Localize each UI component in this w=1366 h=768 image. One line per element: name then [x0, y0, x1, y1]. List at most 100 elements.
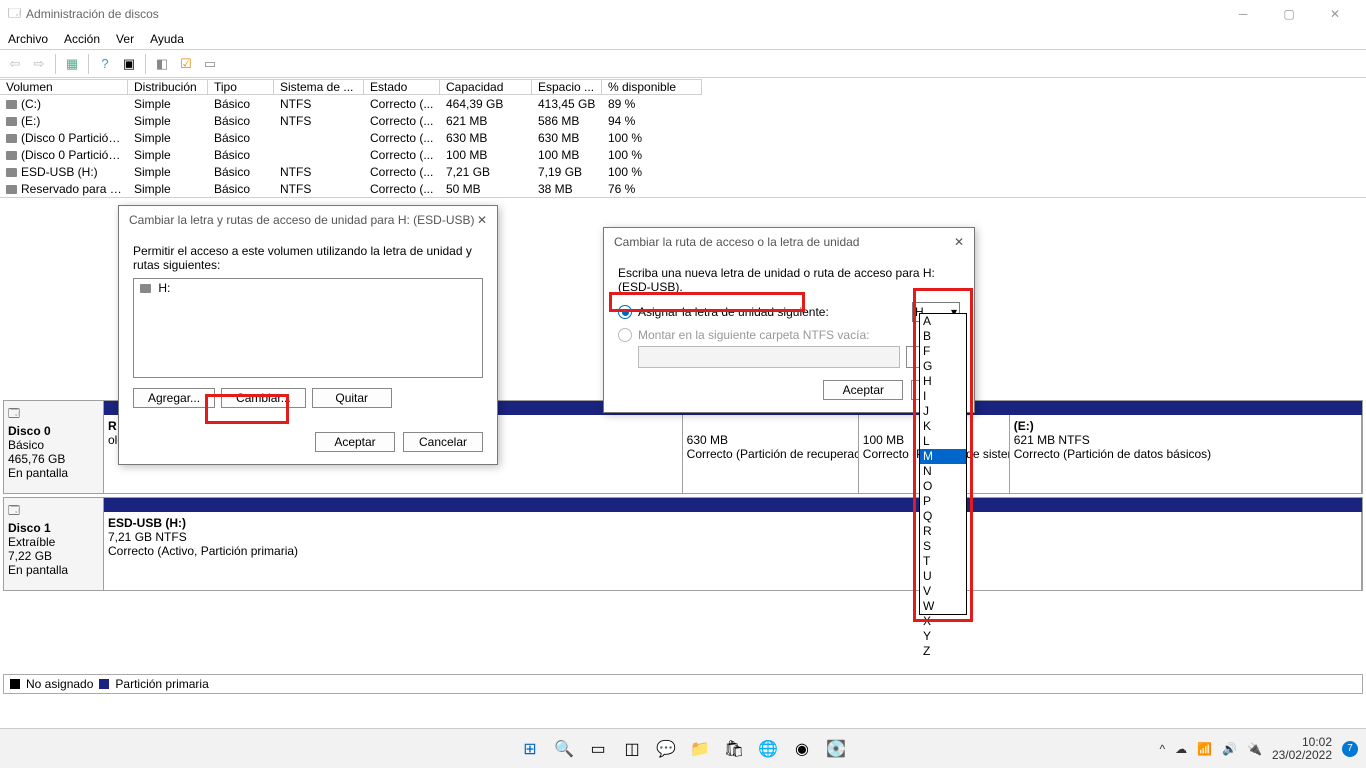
help-icon[interactable]: ? — [94, 53, 116, 75]
chat-icon[interactable]: 💬 — [652, 735, 680, 763]
dlg2-opt2: Montar en la siguiente carpeta NTFS vací… — [638, 328, 869, 342]
legend-unalloc: No asignado — [26, 677, 93, 691]
action1-icon[interactable]: ◧ — [151, 53, 173, 75]
legend-primary-swatch — [99, 679, 109, 689]
menu-archivo[interactable]: Archivo — [0, 32, 56, 46]
letter-option[interactable]: Y — [920, 629, 966, 644]
letter-option[interactable]: V — [920, 584, 966, 599]
app-icon: 🗔 — [8, 4, 21, 25]
menu-ayuda[interactable]: Ayuda — [142, 32, 192, 46]
letter-option[interactable]: P — [920, 494, 966, 509]
menu-accion[interactable]: Acción — [56, 32, 108, 46]
start-icon[interactable]: ⊞ — [516, 735, 544, 763]
tray-date: 23/02/2022 — [1272, 749, 1332, 762]
dlg1-change-button[interactable]: Cambiar... — [221, 388, 306, 408]
letter-option[interactable]: B — [920, 329, 966, 344]
volume-icon[interactable]: 🔊 — [1222, 742, 1237, 756]
action2-icon[interactable]: ☑ — [175, 53, 197, 75]
dlg2-close-icon[interactable]: ✕ — [954, 235, 964, 249]
notification-badge[interactable]: 7 — [1342, 741, 1358, 757]
diskmgmt-icon[interactable]: 💽 — [822, 735, 850, 763]
back-icon[interactable]: ⇦ — [4, 53, 26, 75]
dlg2-ok-button[interactable]: Aceptar — [823, 380, 903, 400]
col-espacio[interactable]: Espacio ... — [532, 79, 602, 95]
table-row[interactable]: Reservado para el ...SimpleBásicoNTFSCor… — [0, 180, 1366, 197]
letter-dropdown-list[interactable]: ABFGHIJKLMNOPQRSTUVWXYZ — [919, 313, 967, 615]
letter-option[interactable]: X — [920, 614, 966, 629]
volume-table: Volumen Distribución Tipo Sistema de ...… — [0, 78, 1366, 198]
system-tray[interactable]: ^ ☁ 📶 🔊 🔌 10:02 23/02/2022 7 — [1159, 736, 1358, 762]
col-volumen[interactable]: Volumen — [0, 79, 128, 95]
table-row[interactable]: (C:)SimpleBásicoNTFSCorrecto (...464,39 … — [0, 95, 1366, 112]
minimize-button[interactable]: ─ — [1220, 0, 1266, 28]
letter-option[interactable]: R — [920, 524, 966, 539]
drive-icon — [140, 284, 151, 293]
window-title: Administración de discos — [26, 7, 1220, 21]
dlg1-title: Cambiar la letra y rutas de acceso de un… — [129, 213, 477, 227]
action3-icon[interactable]: ▭ — [199, 53, 221, 75]
battery-icon[interactable]: 🔌 — [1247, 742, 1262, 756]
explorer-icon[interactable]: 📁 — [686, 735, 714, 763]
dlg1-entry: H: — [158, 281, 170, 295]
table-row[interactable]: (E:)SimpleBásicoNTFSCorrecto (...621 MB5… — [0, 112, 1366, 129]
letter-option[interactable]: G — [920, 359, 966, 374]
dlg1-close-icon[interactable]: ✕ — [477, 213, 487, 227]
letter-option[interactable]: W — [920, 599, 966, 614]
dlg1-listbox[interactable]: H: — [133, 278, 483, 378]
partition-box[interactable]: 630 MBCorrecto (Partición de recuperació… — [683, 415, 859, 493]
letter-option[interactable]: H — [920, 374, 966, 389]
table-row[interactable]: (Disco 0 Partición 3)SimpleBásicoCorrect… — [0, 129, 1366, 146]
dlg1-msg: Permitir el acceso a este volumen utiliz… — [133, 244, 483, 272]
radio-mount-folder[interactable] — [618, 328, 632, 342]
dlg1-add-button[interactable]: Agregar... — [133, 388, 215, 408]
taskview-icon[interactable]: ▭ — [584, 735, 612, 763]
legend-primary: Partición primaria — [115, 677, 208, 691]
letter-option[interactable]: S — [920, 539, 966, 554]
refresh-icon[interactable]: ▣ — [118, 53, 140, 75]
edge-icon[interactable]: 🌐 — [754, 735, 782, 763]
letter-option[interactable]: M — [920, 449, 966, 464]
view-icon[interactable]: ▦ — [61, 53, 83, 75]
maximize-button[interactable]: ▢ — [1266, 0, 1312, 28]
widgets-icon[interactable]: ◫ — [618, 735, 646, 763]
letter-option[interactable]: A — [920, 314, 966, 329]
menu-ver[interactable]: Ver — [108, 32, 142, 46]
col-capacidad[interactable]: Capacidad — [440, 79, 532, 95]
chevron-up-icon[interactable]: ^ — [1159, 742, 1165, 756]
mount-path-input — [638, 346, 900, 368]
disk-row: 🗔Disco 1Extraíble7,22 GBEn pantallaESD-U… — [3, 497, 1363, 591]
forward-icon[interactable]: ⇨ — [28, 53, 50, 75]
radio-assign-letter[interactable] — [618, 305, 632, 319]
cloud-icon[interactable]: ☁ — [1175, 742, 1187, 756]
dlg1-remove-button[interactable]: Quitar — [312, 388, 392, 408]
letter-option[interactable]: U — [920, 569, 966, 584]
col-sistema[interactable]: Sistema de ... — [274, 79, 364, 95]
col-estado[interactable]: Estado — [364, 79, 440, 95]
col-distribucion[interactable]: Distribución — [128, 79, 208, 95]
partition-box[interactable]: ESD-USB (H:)7,21 GB NTFSCorrecto (Activo… — [104, 512, 1362, 590]
table-row[interactable]: (Disco 0 Partición 4)SimpleBásicoCorrect… — [0, 146, 1366, 163]
table-row[interactable]: ESD-USB (H:)SimpleBásicoNTFSCorrecto (..… — [0, 163, 1366, 180]
chrome-icon[interactable]: ◉ — [788, 735, 816, 763]
store-icon[interactable]: 🛍 — [720, 735, 748, 763]
col-tipo[interactable]: Tipo — [208, 79, 274, 95]
wifi-icon[interactable]: 📶 — [1197, 742, 1212, 756]
letter-option[interactable]: Z — [920, 644, 966, 659]
col-disponible[interactable]: % disponible — [602, 79, 702, 95]
dlg1-ok-button[interactable]: Aceptar — [315, 432, 395, 452]
dlg2-msg: Escriba una nueva letra de unidad o ruta… — [618, 266, 960, 294]
dlg1-cancel-button[interactable]: Cancelar — [403, 432, 483, 452]
letter-option[interactable]: Q — [920, 509, 966, 524]
letter-option[interactable]: L — [920, 434, 966, 449]
letter-option[interactable]: O — [920, 479, 966, 494]
letter-option[interactable]: K — [920, 419, 966, 434]
letter-option[interactable]: I — [920, 389, 966, 404]
close-button[interactable]: ✕ — [1312, 0, 1358, 28]
letter-option[interactable]: T — [920, 554, 966, 569]
partition-box[interactable]: (E:)621 MB NTFSCorrecto (Partición de da… — [1010, 415, 1362, 493]
letter-option[interactable]: N — [920, 464, 966, 479]
dialog-change-letter: Cambiar la letra y rutas de acceso de un… — [118, 205, 498, 465]
search-icon[interactable]: 🔍 — [550, 735, 578, 763]
letter-option[interactable]: F — [920, 344, 966, 359]
letter-option[interactable]: J — [920, 404, 966, 419]
